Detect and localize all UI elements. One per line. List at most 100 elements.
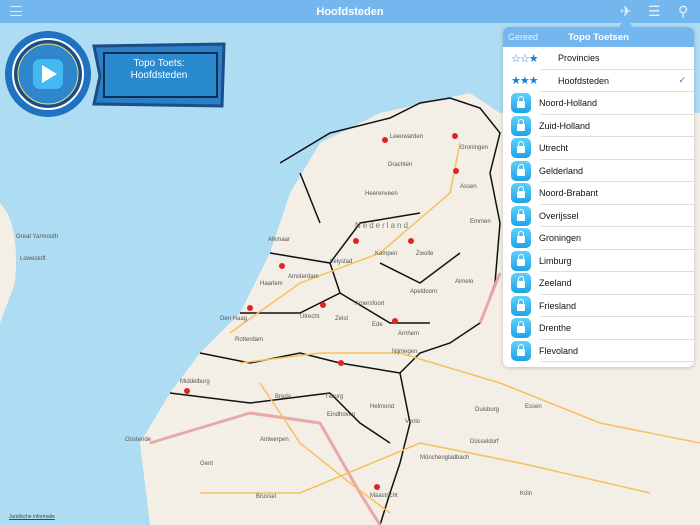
city-label: Great Yarmouth [16, 234, 58, 240]
quiz-label: Flevoland [539, 345, 579, 356]
city-label: Düsseldorf [470, 439, 499, 445]
city-label: Rotterdam [235, 337, 263, 343]
lock-icon [511, 250, 531, 271]
quiz-list-item[interactable]: ★★★ Hoofdsteden ✓ [503, 70, 694, 93]
city-label: Lowestoft [20, 256, 46, 262]
city-label: Brussel [256, 494, 276, 500]
quiz-list-item[interactable]: Flevoland [503, 340, 694, 363]
location-pin-icon[interactable]: ⚲ [678, 3, 688, 20]
city-label: Gent [200, 461, 213, 467]
quiz-list-item[interactable]: Noord-Holland [503, 92, 694, 115]
city-label: Oostende [125, 437, 152, 443]
quiz-list-item[interactable]: Limburg [503, 250, 694, 273]
quiz-label: Overijssel [539, 210, 579, 221]
city-label: Heerenveen [365, 191, 398, 197]
legal-link[interactable]: Juridische informatie [9, 514, 55, 520]
quiz-list-item[interactable]: Groningen [503, 227, 694, 250]
quiz-list-item[interactable]: Zeeland [503, 272, 694, 295]
quiz-label: Hoofdsteden [558, 75, 610, 86]
quiz-list-item[interactable]: ☆☆★ Provincies [503, 47, 694, 70]
quiz-label: Utrecht [539, 143, 569, 154]
city-label: Kampen [375, 251, 397, 257]
city-label: Arnhem [398, 331, 419, 337]
city-label: Maastricht [370, 493, 398, 499]
quiz-label: Zeeland [539, 278, 572, 289]
city-label: Emmen [470, 219, 491, 225]
city-label: Alkmaar [268, 237, 290, 243]
pin[interactable] [382, 137, 388, 143]
city-label: Middelburg [180, 379, 210, 385]
city-label: Essen [525, 404, 542, 410]
menu-icon[interactable] [10, 6, 22, 16]
city-label: Breda [275, 394, 292, 400]
lock-icon [511, 318, 531, 339]
quiz-list-item[interactable]: Friesland [503, 295, 694, 318]
city-label: Mönchengladbach [420, 455, 469, 461]
quiz-list-item[interactable]: Utrecht [503, 137, 694, 160]
country-label: Nederland [355, 221, 410, 230]
pin[interactable] [408, 238, 414, 244]
pin[interactable] [338, 360, 344, 366]
quiz-title-line2: Hoofdsteden [130, 70, 188, 81]
page-title: Hoofdsteden [316, 5, 384, 18]
checkmark-icon: ✓ [678, 75, 686, 86]
pin[interactable] [320, 302, 326, 308]
layers-icon[interactable]: ☰ [648, 3, 661, 20]
quiz-label: Groningen [539, 233, 582, 244]
city-label: Almelo [455, 279, 474, 285]
city-label: Nijmegen [392, 349, 417, 355]
city-label: Venlo [405, 419, 421, 425]
pin[interactable] [453, 168, 459, 174]
city-label: Tilburg [325, 394, 343, 400]
city-label: Köln [520, 491, 532, 497]
city-label: Lelystad [330, 259, 352, 265]
pin[interactable] [452, 133, 458, 139]
quiz-title[interactable]: Topo Toets: Hoofdsteden [106, 58, 212, 82]
pin[interactable] [374, 484, 380, 490]
quiz-popover: Gereed Topo Toetsen ☆☆★ Provincies ★★★ Hoof… [503, 27, 694, 367]
popover-header: Gereed Topo Toetsen [503, 27, 694, 47]
quiz-list-item[interactable]: Overijssel [503, 205, 694, 228]
city-label: Utrecht [300, 314, 320, 320]
lock-icon [511, 273, 531, 294]
city-label: Assen [460, 184, 477, 190]
quiz-label: Limburg [539, 255, 572, 266]
lock-icon [511, 295, 531, 316]
city-label: Apeldoorn [410, 289, 437, 295]
city-label: Zeist [335, 316, 348, 322]
quiz-label: Noord-Holland [539, 98, 598, 109]
done-button[interactable]: Gereed [508, 32, 538, 42]
lock-icon [511, 160, 531, 181]
city-label: Amersfoort [355, 301, 385, 307]
quiz-list-item[interactable]: Zuid-Holland [503, 115, 694, 138]
lock-icon [511, 183, 531, 204]
top-bar: Hoofdsteden ✈ ☰ ⚲ [0, 0, 700, 23]
quiz-list-item[interactable]: Gelderland [503, 160, 694, 183]
city-label: Groningen [460, 145, 488, 151]
pin[interactable] [353, 238, 359, 244]
quiz-label: Zuid-Holland [539, 120, 591, 131]
pin[interactable] [279, 263, 285, 269]
stars-icon: ★★★ [511, 75, 539, 88]
pin[interactable] [184, 388, 190, 394]
city-label: Antwerpen [260, 437, 289, 443]
lock-icon [511, 205, 531, 226]
city-label: Haarlem [260, 281, 283, 287]
city-label: Duisburg [475, 407, 499, 413]
quiz-label: Drenthe [539, 323, 572, 334]
lock-icon [511, 228, 531, 249]
city-label: Eindhoven [327, 412, 355, 418]
lock-icon [511, 115, 531, 136]
quiz-title-line1: Topo Toets: [133, 58, 185, 69]
popover-title: Topo Toetsen [568, 31, 629, 43]
popover-arrow [619, 18, 633, 27]
stars-icon: ☆☆★ [511, 52, 539, 65]
quiz-list-item[interactable]: Noord-Brabant [503, 182, 694, 205]
city-label: Amsterdam [288, 274, 319, 280]
city-label: Leeuwarden [390, 134, 423, 140]
quiz-label: Friesland [539, 300, 577, 311]
pin[interactable] [392, 318, 398, 324]
quiz-list-item[interactable]: Drenthe [503, 317, 694, 340]
pin[interactable] [247, 305, 253, 311]
city-label: Helmond [370, 404, 394, 410]
